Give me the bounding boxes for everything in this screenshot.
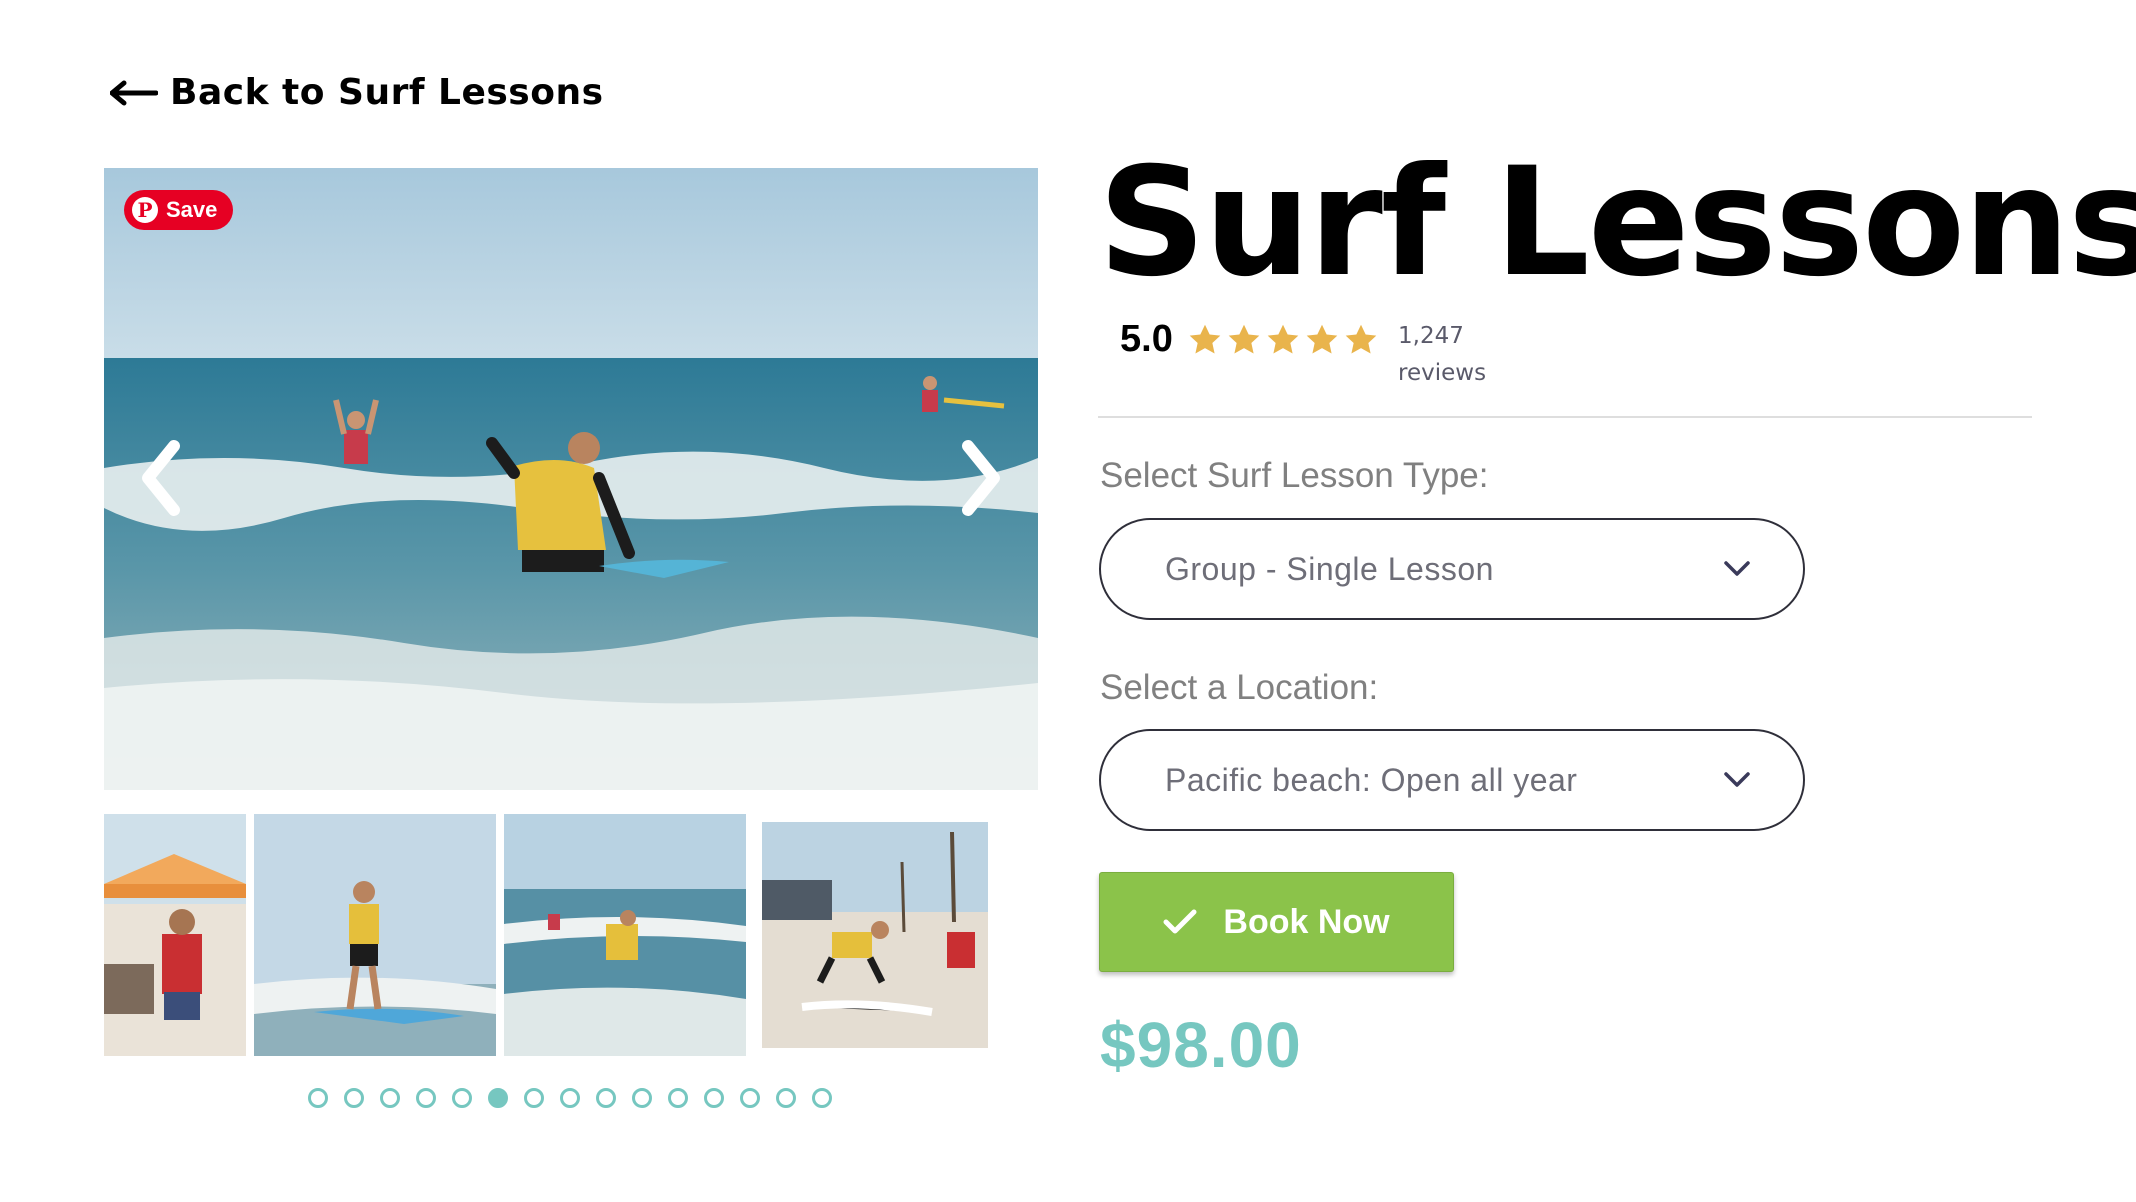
star-icon [1189, 324, 1221, 353]
carousel-dot[interactable] [704, 1088, 724, 1108]
page-title: Surf Lessons [1098, 136, 2136, 310]
review-count-link[interactable]: 1,247 reviews [1398, 318, 1486, 392]
lesson-type-value: Group - Single Lesson [1165, 550, 1494, 587]
divider [1098, 416, 2032, 418]
gallery-thumbnail[interactable] [762, 822, 988, 1048]
gallery-thumbnail[interactable] [104, 814, 246, 1056]
star-icon [1267, 324, 1299, 353]
book-now-label: Book Now [1223, 902, 1390, 941]
left-arrow-icon [110, 80, 158, 105]
star-icon [1306, 324, 1338, 353]
previous-image-arrow[interactable] [134, 438, 194, 518]
price: $98.00 [1100, 1009, 1302, 1081]
carousel-dot[interactable] [344, 1088, 364, 1108]
gallery-thumbnail[interactable] [254, 814, 496, 1056]
rating-score: 5.0 [1120, 318, 1173, 360]
carousel-dot[interactable] [452, 1088, 472, 1108]
location-label: Select a Location: [1100, 668, 1379, 707]
carousel-dots [308, 1088, 832, 1108]
carousel-dot[interactable] [776, 1088, 796, 1108]
carousel-dot[interactable] [416, 1088, 436, 1108]
pinterest-save-button[interactable]: P Save [124, 190, 234, 230]
star-rating [1187, 322, 1379, 358]
lesson-type-select[interactable]: Group - Single Lesson [1099, 518, 1805, 620]
surf-lesson-photo [104, 168, 1038, 790]
thumbnail-beach-warmup-photo [762, 822, 988, 1048]
thumbnail-standing-surfer-photo [254, 814, 496, 1056]
carousel-dot[interactable] [380, 1088, 400, 1108]
book-now-button[interactable]: Book Now [1099, 872, 1454, 972]
chevron-down-icon [1724, 772, 1750, 787]
star-icon [1345, 324, 1377, 353]
gallery-thumbnail[interactable] [504, 814, 746, 1056]
location-value: Pacific beach: Open all year [1165, 761, 1578, 798]
thumbnail-beach-tent-photo [104, 814, 246, 1056]
carousel-dot[interactable] [488, 1088, 508, 1108]
chevron-left-icon [142, 440, 180, 516]
star-icon [1228, 324, 1260, 353]
carousel-dot[interactable] [308, 1088, 328, 1108]
chevron-right-icon [962, 440, 1000, 516]
main-gallery-image[interactable]: P Save [104, 168, 1038, 790]
pinterest-icon: P [132, 197, 158, 223]
pinterest-save-label: Save [166, 197, 218, 222]
next-image-arrow[interactable] [948, 438, 1008, 518]
carousel-dot[interactable] [524, 1088, 544, 1108]
review-word: reviews [1398, 360, 1487, 386]
carousel-dot[interactable] [596, 1088, 616, 1108]
back-link-label: Back to Surf Lessons [170, 72, 604, 113]
checkmark-icon [1163, 909, 1197, 934]
carousel-dot[interactable] [740, 1088, 760, 1108]
lesson-type-label: Select Surf Lesson Type: [1100, 456, 1489, 495]
carousel-dot[interactable] [560, 1088, 580, 1108]
carousel-dot[interactable] [632, 1088, 652, 1108]
location-select[interactable]: Pacific beach: Open all year [1099, 729, 1805, 831]
carousel-dot[interactable] [812, 1088, 832, 1108]
thumbnail-surfer-in-water-photo [504, 814, 746, 1056]
back-to-surf-lessons-link[interactable]: Back to Surf Lessons [110, 72, 604, 113]
carousel-dot[interactable] [668, 1088, 688, 1108]
review-count: 1,247 [1398, 323, 1464, 349]
chevron-down-icon [1724, 561, 1750, 576]
rating-summary: 5.0 [1120, 318, 1379, 361]
